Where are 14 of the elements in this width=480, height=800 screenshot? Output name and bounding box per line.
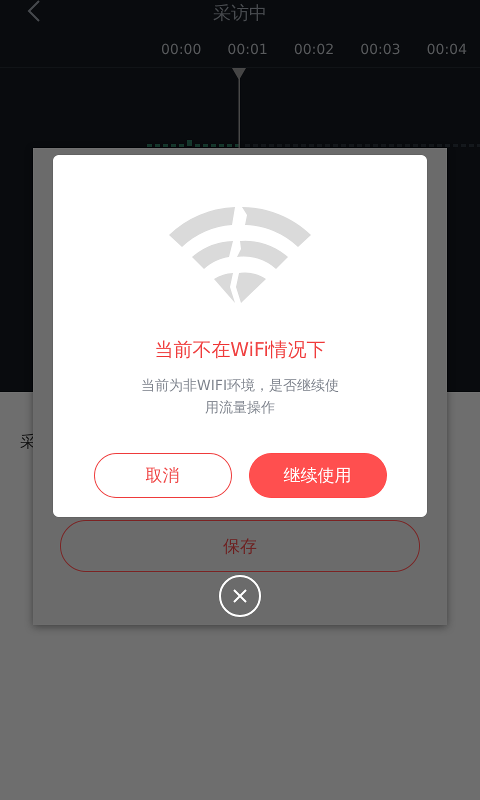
time-tick: 00:02 xyxy=(292,42,336,58)
page-title: 采访中 xyxy=(213,2,267,25)
dialog-title: 当前不在WiFi情况下 xyxy=(154,338,326,363)
time-tick: 00:00 xyxy=(160,42,202,58)
dialog-message: 当前为非WIFI环境，是否继续使用流量操作 xyxy=(140,377,340,418)
close-icon[interactable] xyxy=(232,588,248,604)
continue-button[interactable]: 继续使用 xyxy=(248,453,386,498)
time-tick: 00:03 xyxy=(359,42,402,58)
cancel-button[interactable]: 取消 xyxy=(94,453,232,498)
save-button[interactable]: 保存 xyxy=(60,520,420,572)
time-tick: 00:01 xyxy=(226,42,269,58)
close-button[interactable] xyxy=(219,575,261,617)
time-tick: 00:04 xyxy=(426,42,468,58)
broken-wifi-icon xyxy=(169,207,311,305)
